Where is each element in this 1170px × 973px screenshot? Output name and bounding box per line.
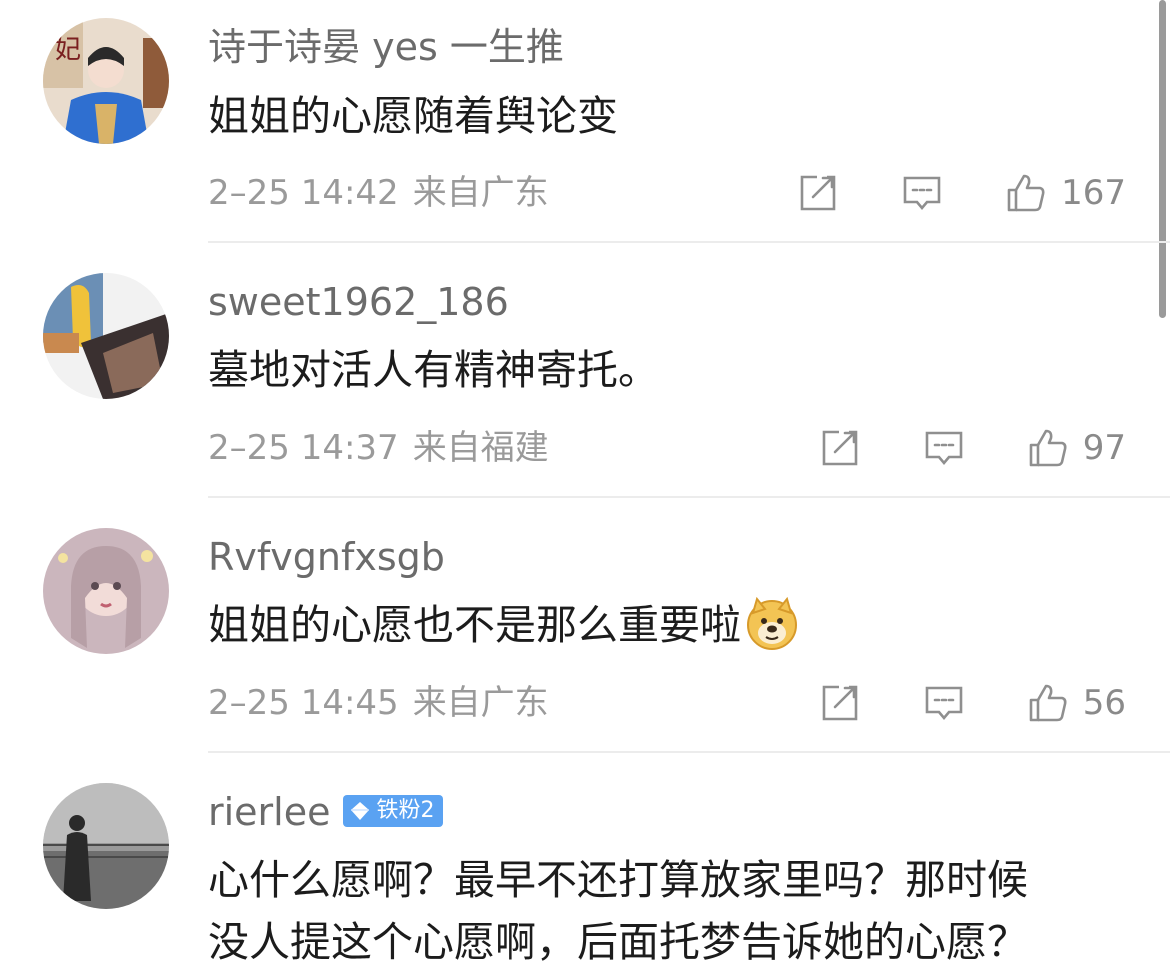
thumbs-up-icon[interactable]	[1027, 682, 1069, 724]
location: 来自福建	[412, 428, 549, 468]
comment-actions: 167	[797, 170, 1126, 216]
avatar[interactable]	[43, 783, 169, 909]
avatar[interactable]	[43, 273, 169, 399]
timestamp: 2–25 14:42	[208, 173, 399, 213]
comment-actions: 56	[819, 680, 1126, 726]
like-count: 56	[1082, 683, 1126, 723]
svg-text:妃: 妃	[55, 35, 81, 65]
username[interactable]: sweet1962_186	[208, 279, 509, 325]
comment-actions: 97	[819, 425, 1126, 471]
share-icon[interactable]	[819, 427, 861, 469]
comment-meta: 2–25 14:42 来自广东	[208, 173, 549, 213]
thumbs-up-icon[interactable]	[1005, 172, 1047, 214]
comment-text-content: 姐姐的心愿也不是那么重要啦	[208, 601, 741, 649]
share-icon[interactable]	[819, 682, 861, 724]
comment-text: 姐姐的心愿也不是那么重要啦	[208, 596, 799, 655]
username[interactable]: rierlee 铁粉2	[208, 789, 443, 835]
username-text[interactable]: rierlee	[208, 790, 331, 834]
username[interactable]: 诗于诗晏 yes 一生推	[208, 24, 564, 70]
diamond-icon	[350, 801, 369, 820]
share-icon[interactable]	[797, 172, 839, 214]
badge-label: 铁粉2	[376, 797, 435, 823]
divider	[208, 241, 1170, 243]
location: 来自广东	[412, 683, 549, 723]
location: 来自广东	[412, 173, 549, 213]
comment-icon[interactable]	[923, 682, 965, 724]
scrollbar[interactable]	[1159, 0, 1166, 318]
timestamp: 2–25 14:37	[208, 428, 399, 468]
comment-icon[interactable]	[901, 172, 943, 214]
comment-meta: 2–25 14:37 来自福建	[208, 428, 549, 468]
comment-text: 姐姐的心愿随着舆论变	[208, 92, 618, 140]
divider	[208, 751, 1170, 753]
divider	[208, 496, 1170, 498]
comment-text: 没人提这个心愿啊，后面托梦告诉她的心愿？	[208, 918, 1028, 966]
doge-emoji-icon	[745, 596, 799, 651]
avatar[interactable]	[43, 528, 169, 654]
comment-icon[interactable]	[923, 427, 965, 469]
username[interactable]: Rvfvgnfxsgb	[208, 534, 445, 580]
comment-text: 心什么愿啊？最早不还打算放家里吗？那时候	[208, 856, 1028, 904]
fan-badge[interactable]: 铁粉2	[342, 794, 443, 827]
like-count: 97	[1082, 428, 1126, 468]
timestamp: 2–25 14:45	[208, 683, 399, 723]
thumbs-up-icon[interactable]	[1027, 427, 1069, 469]
like-count: 167	[1061, 173, 1126, 213]
comment-meta: 2–25 14:45 来自广东	[208, 683, 549, 723]
comment-text: 墓地对活人有精神寄托。	[208, 346, 659, 394]
avatar[interactable]: 妃	[43, 18, 169, 144]
